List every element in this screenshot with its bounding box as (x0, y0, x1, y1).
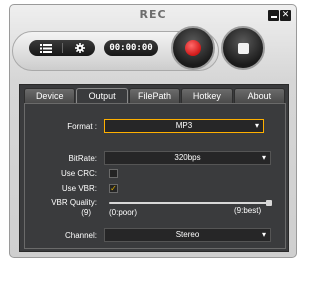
tab-hotkey[interactable]: Hotkey (181, 88, 233, 103)
use-vbr-label: Use VBR: (61, 184, 97, 193)
settings-button[interactable] (63, 40, 96, 56)
tab-device[interactable]: Device (24, 88, 76, 103)
minimize-icon (270, 16, 277, 18)
channel-label: Channel: (64, 231, 97, 240)
channel-value: Stereo (175, 230, 200, 239)
vbr-quality-current: (9) (81, 208, 91, 217)
vbr-quality-label: VBR Quality: (51, 198, 97, 207)
bitrate-value: 320bps (174, 153, 201, 162)
record-icon (185, 40, 201, 56)
menu-button[interactable] (29, 40, 62, 56)
tab-about[interactable]: About (233, 88, 286, 103)
output-tab-content: Format : MP3 ▾ BitRate: 320bps ▾ Use CRC… (24, 103, 286, 249)
list-icon (39, 43, 52, 53)
stop-button[interactable] (221, 26, 265, 70)
format-value: MP3 (175, 121, 193, 130)
vbr-quality-slider-thumb[interactable] (266, 200, 272, 206)
use-crc-label: Use CRC: (60, 169, 97, 178)
chevron-down-icon: ▾ (261, 153, 266, 162)
use-crc-checkbox[interactable] (109, 169, 118, 178)
window-title: REC (139, 8, 167, 21)
settings-panel: Device Output FilePath Hotkey About Form… (19, 84, 289, 252)
recorder-window: REC ✕ 00:00:00 Device Output FilePath Ho… (9, 4, 297, 258)
use-vbr-checkbox[interactable]: ✓ (109, 184, 118, 193)
format-select[interactable]: MP3 ▾ (104, 119, 264, 133)
minimize-button[interactable] (268, 10, 279, 21)
tab-filepath[interactable]: FilePath (128, 88, 181, 103)
gear-icon (74, 43, 85, 53)
elapsed-timer: 00:00:00 (104, 40, 158, 56)
stop-icon (237, 42, 249, 54)
vbr-quality-slider[interactable] (109, 202, 272, 204)
close-button[interactable]: ✕ (280, 10, 291, 21)
chevron-down-icon: ▾ (254, 121, 259, 130)
record-button[interactable] (171, 26, 215, 70)
format-label: Format : (67, 122, 97, 131)
tab-output[interactable]: Output (76, 88, 128, 103)
chevron-down-icon: ▾ (261, 230, 266, 239)
vbr-quality-max-label: (9:best) (234, 206, 262, 215)
vbr-quality-min-label: (0:poor) (109, 208, 138, 217)
menu-settings-pill (29, 40, 95, 56)
tab-bar: Device Output FilePath Hotkey About (24, 88, 286, 103)
bitrate-label: BitRate: (68, 154, 97, 163)
channel-select[interactable]: Stereo ▾ (104, 228, 271, 242)
bitrate-select[interactable]: 320bps ▾ (104, 151, 271, 165)
checkmark-icon: ✓ (110, 184, 117, 193)
